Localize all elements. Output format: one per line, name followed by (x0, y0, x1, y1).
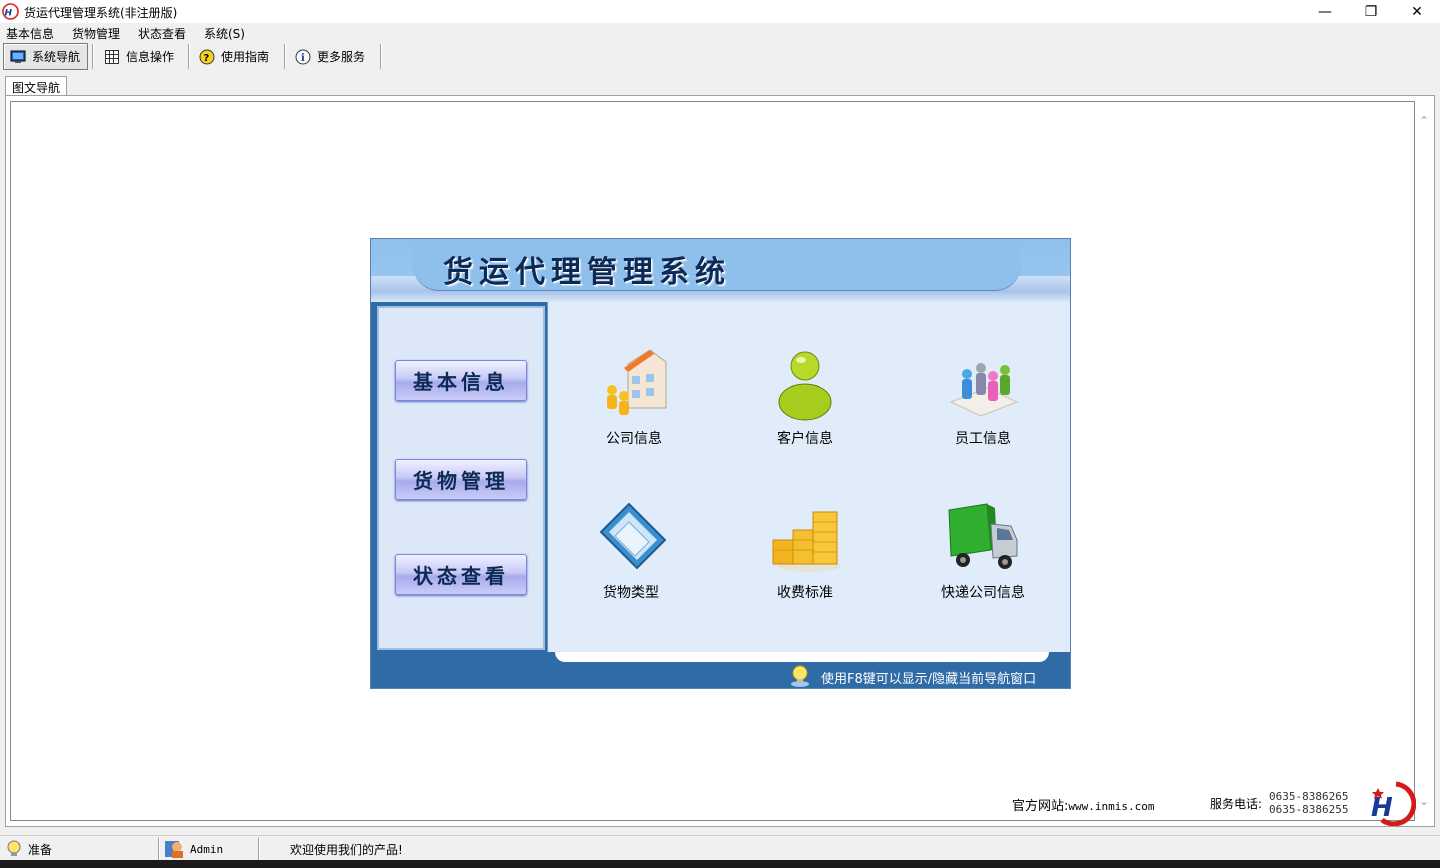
official-website: 官方网站:www.inmis.com (1012, 795, 1154, 814)
status-bar: 准备 Admin 欢迎使用我们的产品! (0, 835, 1440, 860)
minimize-icon: — (1318, 3, 1332, 20)
title-bar: H 货运代理管理系统(非注册版) — ❐ ✕ (0, 0, 1440, 23)
side-navigation: 基本信息 货物管理 状态查看 (377, 306, 545, 650)
nav-basic-info-button[interactable]: 基本信息 (395, 360, 527, 401)
close-button[interactable]: ✕ (1394, 0, 1440, 23)
status-user-text: Admin (190, 842, 224, 856)
gold-coins-icon (772, 511, 841, 572)
scroll-up-arrow-icon[interactable]: ⌃ (1416, 114, 1432, 130)
panel-title: 货运代理管理系统 (443, 255, 731, 290)
tile-courier-companies[interactable]: 快递公司信息 (913, 500, 1053, 610)
menu-status-view[interactable]: 状态查看 (138, 25, 186, 42)
tile-label: 客户信息 (777, 431, 833, 447)
monitor-icon (10, 49, 26, 65)
nav-status-view-button[interactable]: 状态查看 (395, 554, 527, 595)
menu-basic-info[interactable]: 基本信息 (6, 25, 54, 42)
toolbar-user-guide-button[interactable]: ? 使用指南 (193, 43, 279, 70)
scroll-down-arrow-icon[interactable]: ⌄ (1416, 794, 1432, 810)
toolbar-label: 使用指南 (221, 50, 270, 64)
tile-company-info[interactable]: 公司信息 (564, 346, 704, 456)
panel-header: 货运代理管理系统 (371, 239, 1070, 302)
function-grid: 公司信息 客户信息 员工信息 货物类型 收费标准 快递公司信息 (547, 302, 1070, 652)
menu-cargo-management[interactable]: 货物管理 (72, 25, 120, 42)
user-avatar-icon (165, 841, 183, 858)
svg-text:H: H (1371, 793, 1393, 823)
svg-text:i: i (301, 53, 305, 64)
staff-group-icon (949, 363, 1019, 417)
site-url[interactable]: www.inmis.com (1068, 800, 1154, 813)
site-label: 官方网站: (1012, 799, 1069, 814)
phone-number: 0635-8386265 (1269, 790, 1349, 803)
app-logo-icon: H (2, 3, 19, 20)
window-title: 货运代理管理系统(非注册版) (24, 6, 178, 20)
nav-cargo-management-button[interactable]: 货物管理 (395, 459, 527, 500)
toolbar-label: 系统导航 (32, 50, 81, 64)
customer-person-icon (778, 351, 832, 421)
ready-lightbulb-icon (7, 840, 21, 856)
lightbulb-icon (791, 665, 809, 687)
cargo-type-icon (599, 502, 667, 570)
tile-label: 公司信息 (606, 431, 662, 447)
toolbar-separator (380, 44, 382, 69)
status-ready-cell: 准备 (4, 839, 52, 859)
taskbar-edge (0, 860, 1440, 868)
brand-logo-icon: H (1371, 781, 1416, 826)
tile-cargo-type[interactable]: 货物类型 (561, 500, 701, 610)
grid-icon (104, 49, 120, 65)
toolbar-separator (188, 44, 190, 69)
info-icon: i (295, 49, 311, 65)
tile-label: 货物类型 (603, 585, 659, 601)
footer-curve (555, 652, 1049, 662)
company-building-icon (607, 349, 667, 415)
status-separator (258, 838, 260, 860)
toolbar-separator (92, 44, 94, 69)
toolbar: 系统导航 信息操作 ? 使用指南 i 更多服务 (0, 41, 1440, 72)
menu-bar: 基本信息 货物管理 状态查看 系统(S) (0, 23, 1440, 41)
close-icon: ✕ (1411, 3, 1423, 20)
f8-tip-text: 使用F8键可以显示/隐藏当前导航窗口 (821, 672, 1037, 687)
toolbar-more-services-button[interactable]: i 更多服务 (289, 43, 377, 70)
tile-label: 员工信息 (955, 431, 1011, 447)
tab-graphic-nav[interactable]: 图文导航 (5, 76, 67, 96)
tab-strip: 图文导航 (0, 74, 1440, 96)
navigation-panel: 货运代理管理系统 基本信息 货物管理 状态查看 公司信息 客户信息 员工信息 货… (370, 238, 1071, 689)
panel-footer: 使用F8键可以显示/隐藏当前导航窗口 (371, 652, 1070, 688)
phone-number: 0635-8386255 (1269, 803, 1349, 816)
delivery-truck-icon (948, 503, 1018, 569)
tile-label: 收费标准 (777, 585, 833, 601)
tile-customer-info[interactable]: 客户信息 (735, 346, 875, 456)
status-user-cell: Admin (164, 839, 223, 859)
panel-body: 基本信息 货物管理 状态查看 公司信息 客户信息 员工信息 货物类型 收费标准 … (371, 302, 1070, 652)
help-icon: ? (199, 49, 215, 65)
tile-fee-standard[interactable]: 收费标准 (735, 500, 875, 610)
tile-staff-info[interactable]: 员工信息 (913, 346, 1053, 456)
toolbar-separator (284, 44, 286, 69)
tile-label: 快递公司信息 (941, 585, 1025, 601)
restore-button[interactable]: ❐ (1348, 0, 1394, 23)
status-message-text: 欢迎使用我们的产品! (290, 842, 403, 857)
restore-icon: ❐ (1364, 3, 1378, 20)
status-separator (158, 838, 160, 860)
toolbar-info-ops-button[interactable]: 信息操作 (98, 43, 182, 70)
toolbar-label: 更多服务 (317, 50, 366, 64)
toolbar-label: 信息操作 (126, 50, 175, 64)
toolbar-system-nav-button[interactable]: 系统导航 (3, 43, 88, 70)
menu-system[interactable]: 系统(S) (204, 25, 245, 42)
phone-numbers: 0635-8386265 0635-8386255 (1269, 790, 1348, 816)
status-message-cell: 欢迎使用我们的产品! (290, 839, 403, 859)
status-state-text: 准备 (28, 842, 53, 857)
svg-text:H: H (5, 9, 13, 19)
svg-text:?: ? (204, 53, 210, 64)
phone-label: 服务电话: (1210, 797, 1263, 811)
minimize-button[interactable]: — (1302, 0, 1348, 23)
